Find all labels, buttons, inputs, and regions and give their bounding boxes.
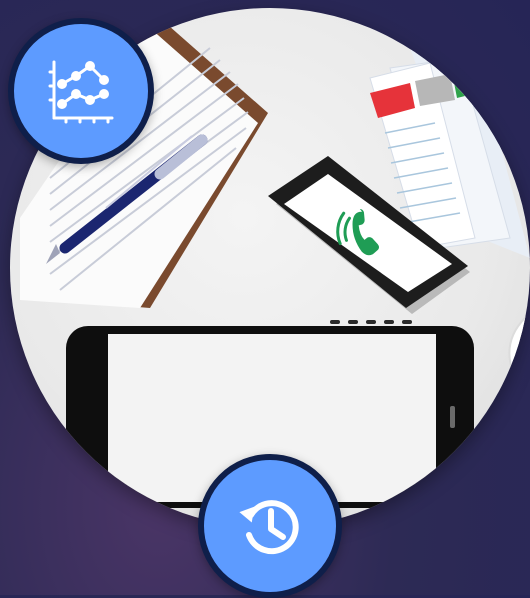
chart-button[interactable] xyxy=(8,18,154,164)
line-chart-icon xyxy=(48,60,114,124)
cup-illustration xyxy=(508,315,530,388)
tablet-speaker-dots xyxy=(330,320,412,324)
history-button[interactable] xyxy=(198,454,342,598)
cup-left-illustration xyxy=(10,313,16,358)
history-icon xyxy=(239,500,299,555)
